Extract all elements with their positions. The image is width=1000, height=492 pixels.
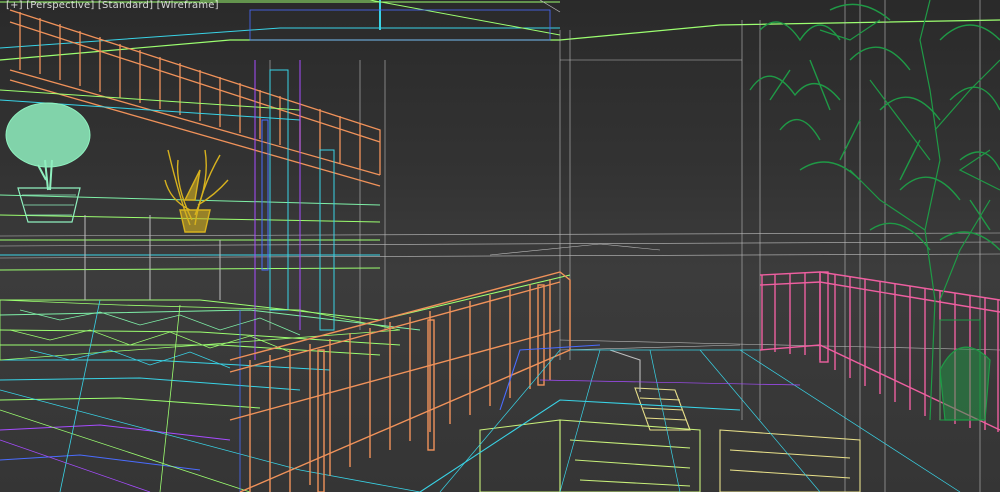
wireframe-scene[interactable] [0,0,1000,492]
3d-viewport[interactable]: [+] [Perspective] [Standard] [Wireframe] [0,0,1000,492]
potted-tree-icon [5,102,91,223]
viewport-menu-plus[interactable]: [+] [6,0,23,11]
viewport-label[interactable]: [+] [Perspective] [Standard] [Wireframe] [6,0,219,12]
viewport-menu-display-style[interactable]: [Wireframe] [157,0,219,11]
viewport-menu-view[interactable]: [Perspective] [26,0,94,11]
potted-plant-icon [164,149,229,233]
lower-left-deck [0,299,421,492]
tree-icon [749,0,1000,421]
front-left-railing [229,271,571,492]
viewport-menu-shading-mode[interactable]: [Standard] [98,0,153,11]
center-furniture [419,344,861,492]
